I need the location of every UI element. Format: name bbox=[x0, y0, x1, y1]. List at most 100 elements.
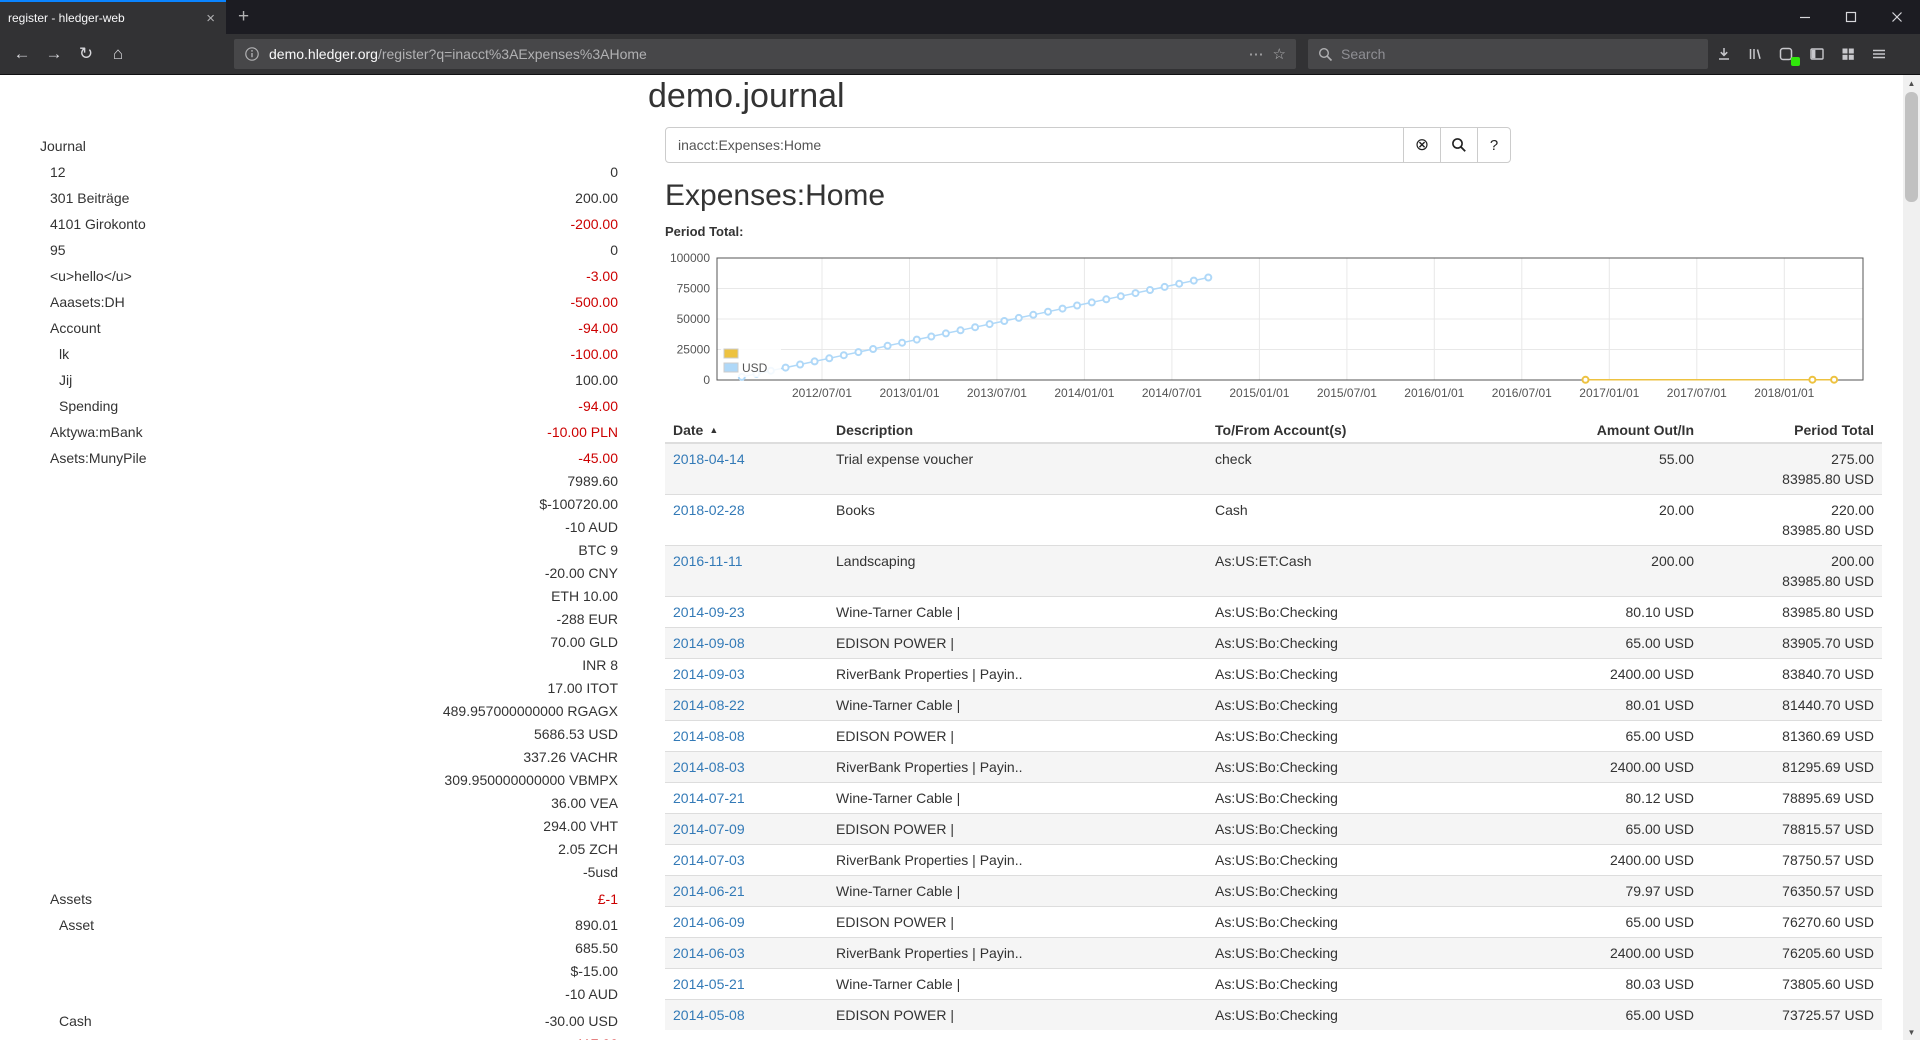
table-header-row: Date▲ Description To/From Account(s) Amo… bbox=[665, 418, 1882, 443]
transaction-date-link[interactable]: 2014-06-09 bbox=[673, 914, 745, 930]
table-row: 2014-07-21Wine-Tarner Cable |As:US:Bo:Ch… bbox=[665, 783, 1882, 814]
cell-account: As:US:Bo:Checking bbox=[1207, 1000, 1537, 1031]
column-header-account[interactable]: To/From Account(s) bbox=[1207, 418, 1537, 443]
close-window-button[interactable] bbox=[1874, 0, 1920, 34]
transaction-date-link[interactable]: 2014-08-22 bbox=[673, 697, 745, 713]
reload-button[interactable]: ↻ bbox=[70, 38, 102, 70]
transaction-date-link[interactable]: 2014-07-21 bbox=[673, 790, 745, 806]
balance-amount: 337.26 VACHR bbox=[146, 746, 618, 769]
query-input[interactable] bbox=[665, 127, 1404, 163]
balance-amount: -10.00 PLN bbox=[143, 419, 618, 445]
transaction-date-link[interactable]: 2018-04-14 bbox=[673, 451, 745, 467]
cell-amount: 2400.00 USD bbox=[1537, 659, 1702, 690]
home-button[interactable]: ⌂ bbox=[102, 38, 134, 70]
new-tab-button[interactable]: + bbox=[226, 0, 261, 34]
apps-grid-button[interactable] bbox=[1833, 39, 1863, 69]
minimize-button[interactable] bbox=[1782, 0, 1828, 34]
url-bar[interactable]: demo.hledger.org/register?q=inacct%3AExp… bbox=[234, 39, 1296, 69]
downloads-button[interactable] bbox=[1709, 39, 1739, 69]
tab-close-icon[interactable]: × bbox=[203, 11, 218, 26]
transaction-date-link[interactable]: 2014-09-08 bbox=[673, 635, 745, 651]
transaction-date-link[interactable]: 2014-05-21 bbox=[673, 976, 745, 992]
url-text[interactable]: demo.hledger.org/register?q=inacct%3AExp… bbox=[269, 46, 1240, 62]
transaction-date-link[interactable]: 2014-06-21 bbox=[673, 883, 745, 899]
help-button[interactable]: ? bbox=[1477, 127, 1511, 163]
browser-search-bar[interactable]: Search bbox=[1308, 39, 1708, 69]
column-header-date[interactable]: Date▲ bbox=[665, 418, 828, 443]
cell-amount: 65.00 USD bbox=[1537, 1000, 1702, 1031]
browser-toolbar: ← → ↻ ⌂ demo.hledger.org/register?q=inac… bbox=[0, 34, 1920, 75]
transaction-date-link[interactable]: 2014-07-09 bbox=[673, 821, 745, 837]
bookmark-star-icon[interactable]: ☆ bbox=[1273, 45, 1286, 63]
account-link[interactable]: Account bbox=[40, 315, 101, 341]
transaction-date-link[interactable]: 2018-02-28 bbox=[673, 502, 745, 518]
table-row: 2016-11-11LandscapingAs:US:ET:Cash200.00… bbox=[665, 546, 1882, 597]
account-link[interactable]: Spending bbox=[40, 393, 118, 419]
column-header-total[interactable]: Period Total bbox=[1702, 418, 1882, 443]
svg-text:2018/01/01: 2018/01/01 bbox=[1754, 386, 1814, 400]
column-header-amount[interactable]: Amount Out/In bbox=[1537, 418, 1702, 443]
transaction-date-link[interactable]: 2014-05-08 bbox=[673, 1007, 745, 1023]
cell-date: 2014-05-21 bbox=[665, 969, 828, 1000]
cell-account: As:US:Bo:Checking bbox=[1207, 845, 1537, 876]
back-button[interactable]: ← bbox=[6, 38, 38, 70]
transaction-date-link[interactable]: 2014-08-08 bbox=[673, 728, 745, 744]
account-link[interactable]: 301 Beiträge bbox=[40, 185, 129, 211]
balance-amount: -200.00 bbox=[146, 211, 618, 237]
balance-amount: 685.50 bbox=[94, 937, 618, 960]
svg-text:2017/07/01: 2017/07/01 bbox=[1667, 386, 1727, 400]
account-row: lk-100.00 bbox=[40, 341, 618, 367]
sidebar-journal-link[interactable]: Journal bbox=[40, 133, 618, 159]
url-domain: demo.hledger.org bbox=[269, 46, 378, 62]
cell-account: As:US:ET:Cash bbox=[1207, 546, 1537, 597]
column-header-description[interactable]: Description bbox=[828, 418, 1207, 443]
scroll-up-icon[interactable]: ▲ bbox=[1903, 75, 1920, 91]
account-link[interactable]: Asset bbox=[40, 914, 94, 1006]
transaction-date-link[interactable]: 2016-11-11 bbox=[673, 553, 743, 569]
account-link[interactable]: 4101 Girokonto bbox=[40, 211, 146, 237]
library-button[interactable] bbox=[1740, 39, 1770, 69]
transaction-date-link[interactable]: 2014-07-03 bbox=[673, 852, 745, 868]
balance-amount: 100.00 bbox=[72, 367, 618, 393]
account-link[interactable]: lk bbox=[40, 341, 69, 367]
cell-amount: 55.00 bbox=[1537, 443, 1702, 495]
svg-text:USD: USD bbox=[742, 361, 768, 375]
site-info-icon[interactable] bbox=[244, 46, 260, 62]
account-link[interactable]: Assets bbox=[40, 886, 92, 912]
account-link[interactable]: Asets:MunyPile bbox=[40, 447, 146, 884]
forward-button[interactable]: → bbox=[38, 38, 70, 70]
account-link[interactable]: 12 bbox=[40, 159, 66, 185]
browser-search-placeholder: Search bbox=[1341, 46, 1385, 62]
cell-account: As:US:Bo:Checking bbox=[1207, 783, 1537, 814]
transaction-date-link[interactable]: 2014-08-03 bbox=[673, 759, 745, 775]
scrollbar-thumb[interactable] bbox=[1905, 92, 1918, 202]
account-link[interactable]: Aaasets:DH bbox=[40, 289, 125, 315]
balance-amount: 17.00 ITOT bbox=[146, 677, 618, 700]
maximize-button[interactable] bbox=[1828, 0, 1874, 34]
menu-button[interactable] bbox=[1864, 39, 1894, 69]
account-balance: -200.00 bbox=[146, 211, 618, 237]
scroll-down-icon[interactable]: ▼ bbox=[1903, 1024, 1920, 1040]
balance-amount: -117.00 bbox=[92, 1033, 618, 1040]
clear-query-button[interactable]: ⊗ bbox=[1403, 127, 1441, 163]
table-row: 2014-07-03 RiverBank Properties | Payin..… bbox=[665, 845, 1882, 876]
extension-button[interactable] bbox=[1771, 39, 1801, 69]
account-link[interactable]: Cash bbox=[40, 1010, 92, 1040]
transaction-date-link[interactable]: 2014-09-03 bbox=[673, 666, 745, 682]
cell-account: As:US:Bo:Checking bbox=[1207, 597, 1537, 628]
page-actions-icon[interactable]: ⋯ bbox=[1249, 45, 1264, 63]
browser-tab[interactable]: register - hledger-web × bbox=[0, 0, 226, 34]
transaction-date-link[interactable]: 2014-09-23 bbox=[673, 604, 745, 620]
cell-description: RiverBank Properties | Payin.. bbox=[828, 845, 1207, 876]
account-link[interactable]: <u>hello</u> bbox=[40, 263, 132, 289]
page-scrollbar[interactable]: ▲ ▼ bbox=[1903, 75, 1920, 1040]
account-link[interactable]: Aktywa:mBank bbox=[40, 419, 143, 445]
sidebars-button[interactable] bbox=[1802, 39, 1832, 69]
account-link[interactable]: 95 bbox=[40, 237, 66, 263]
account-link[interactable]: Jij bbox=[40, 367, 72, 393]
cell-date: 2014-06-21 bbox=[665, 876, 828, 907]
table-row: 2014-06-03RiverBank Properties | Payin..… bbox=[665, 938, 1882, 969]
search-submit-button[interactable] bbox=[1440, 127, 1478, 163]
transaction-date-link[interactable]: 2014-06-03 bbox=[673, 945, 745, 961]
cell-date: 2014-05-08 bbox=[665, 1000, 828, 1031]
